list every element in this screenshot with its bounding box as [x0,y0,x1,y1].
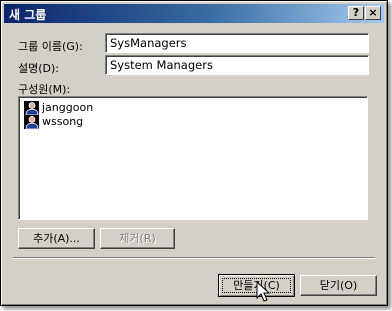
members-listbox[interactable]: janggoon wssong [18,96,368,220]
add-member-button[interactable]: 추가(A)... [18,228,95,249]
group-name-field[interactable] [105,33,369,53]
close-window-button[interactable]: × [365,6,381,20]
remove-member-button[interactable]: 제거(R) [100,228,175,249]
close-button[interactable]: 닫기(O) [300,275,377,296]
user-icon [24,101,39,115]
mouse-cursor-icon [256,281,270,302]
new-group-dialog: 새 그룹 ? × 그룹 이름(G): 설명(D): 구성원(M): janggo… [0,0,388,306]
description-label: 설명(D): [18,62,59,75]
title-bar: 새 그룹 ? × [4,4,384,23]
members-label: 구성원(M): [18,83,71,96]
window-title: 새 그룹 [9,8,47,22]
description-field[interactable] [105,55,369,75]
description-input[interactable] [106,56,368,74]
help-button[interactable]: ? [348,6,364,20]
group-name-input[interactable] [106,34,368,52]
user-icon [24,115,39,129]
separator [13,257,375,259]
group-name-label: 그룹 이름(G): [18,40,83,53]
member-name: janggoon [42,101,94,114]
member-name: wssong [42,115,84,128]
